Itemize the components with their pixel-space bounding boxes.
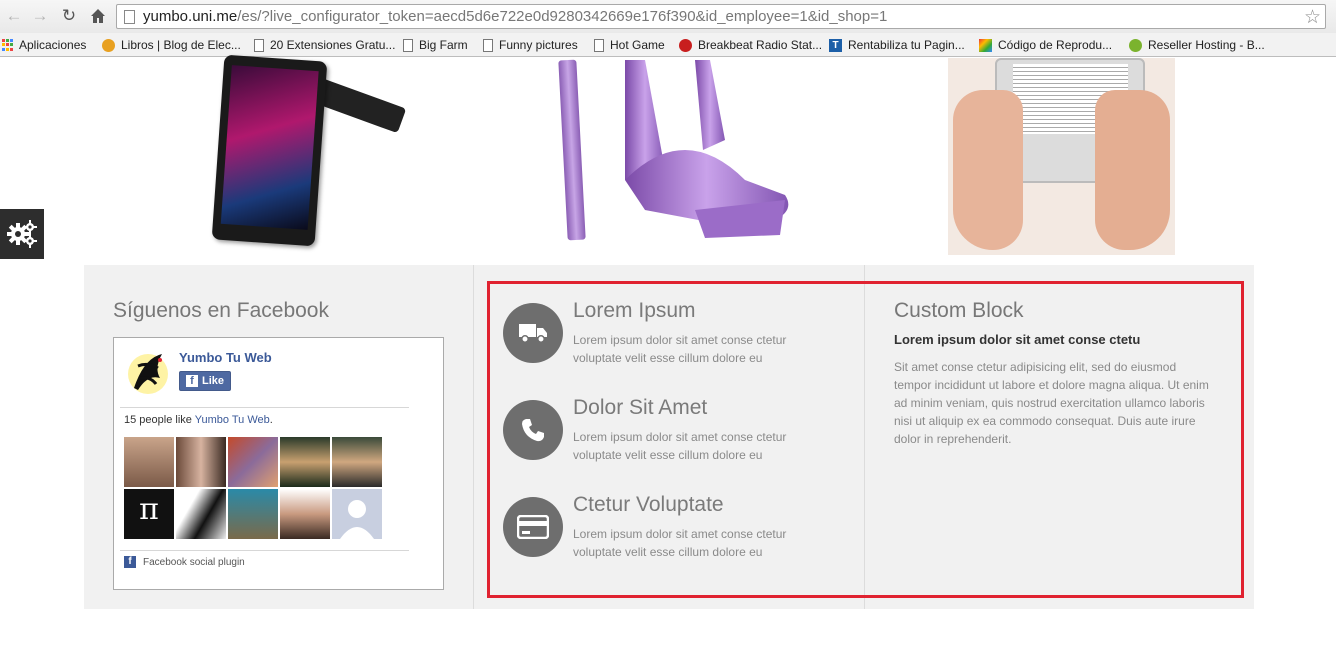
facebook-block-title: Síguenos en Facebook (113, 299, 329, 322)
facebook-social-plugin-label[interactable]: f Facebook social plugin (124, 556, 245, 568)
url-text[interactable]: yumbo.uni.me/es/?live_configurator_token… (143, 8, 887, 25)
purple-sandal-product-image[interactable] (585, 60, 795, 238)
shoe-heel-image (558, 59, 586, 241)
bookmark-breakbeat-radio[interactable]: Breakbeat Radio Stat... (679, 36, 822, 54)
fan-avatar[interactable] (280, 437, 330, 487)
shield-icon (102, 38, 115, 52)
configurator-toggle[interactable] (0, 209, 44, 259)
page-icon (483, 38, 493, 52)
address-bar[interactable]: yumbo.uni.me/es/?live_configurator_token… (116, 4, 1326, 29)
divider (120, 407, 409, 408)
radio-icon (679, 38, 692, 52)
bookmark-funny-pictures[interactable]: Funny pictures (483, 36, 578, 54)
right-hand-image (1095, 90, 1170, 250)
fan-avatar[interactable] (176, 489, 226, 539)
divider (120, 550, 409, 551)
fan-avatar[interactable] (228, 437, 278, 487)
apps-grid-icon (2, 38, 13, 52)
bookmark-star-icon[interactable]: ☆ (1304, 6, 1321, 29)
page-icon (124, 10, 135, 24)
highlight-annotation-box (487, 281, 1244, 598)
facebook-page-name[interactable]: Yumbo Tu Web (179, 350, 272, 365)
fans-faces-grid: π (124, 437, 382, 539)
facebook-f-icon: f (186, 375, 198, 387)
column-divider (473, 265, 474, 609)
like-count-text: 15 people like Yumbo Tu Web. (124, 414, 273, 426)
reload-icon[interactable]: ↻ (59, 6, 79, 26)
hosting-icon (1129, 38, 1142, 52)
t-logo-icon: T (829, 38, 842, 52)
gears-icon (7, 220, 37, 248)
bookmark-codigo-reproduccion[interactable]: Código de Reprodu... (979, 36, 1112, 54)
forward-arrow-icon[interactable]: → (30, 6, 50, 26)
left-hand-image (953, 90, 1023, 250)
bookmarks-bar: Aplicaciones Libros | Blog de Elec... 20… (0, 33, 1336, 57)
home-icon[interactable] (88, 6, 108, 26)
bookmark-reseller-hosting[interactable]: Reseller Hosting - B... (1129, 36, 1265, 54)
youtube-icon (979, 38, 992, 52)
fan-avatar[interactable] (332, 437, 382, 487)
bookmark-hot-game[interactable]: Hot Game (594, 36, 665, 54)
fan-avatar-default[interactable] (332, 489, 382, 539)
fan-avatar[interactable] (228, 489, 278, 539)
bookmark-libros[interactable]: Libros | Blog de Elec... (102, 36, 241, 54)
fan-avatar[interactable] (124, 437, 174, 487)
smartphone-product-image[interactable] (211, 54, 328, 247)
page-icon (594, 38, 604, 52)
fan-avatar[interactable] (280, 489, 330, 539)
page-icon (403, 38, 413, 52)
facebook-like-button[interactable]: f Like (179, 371, 232, 391)
bookmark-20-extensiones[interactable]: 20 Extensiones Gratu... (254, 36, 395, 54)
bookmark-aplicaciones[interactable]: Aplicaciones (2, 36, 86, 54)
page-icon (254, 38, 264, 52)
bookmark-rentabiliza[interactable]: T Rentabiliza tu Pagin... (829, 36, 965, 54)
bookmark-big-farm[interactable]: Big Farm (403, 36, 468, 54)
facebook-like-box: Yumbo Tu Web f Like 15 people like Yumbo … (113, 337, 444, 590)
fan-avatar-pi[interactable]: π (124, 489, 174, 539)
fan-avatar[interactable] (176, 437, 226, 487)
yumbo-logo[interactable] (124, 348, 172, 396)
browser-toolbar: ← → ↻ yumbo.uni.me/es/?live_configurator… (0, 0, 1336, 33)
like-count-page-link[interactable]: Yumbo Tu Web (195, 414, 270, 426)
back-arrow-icon[interactable]: ← (4, 6, 24, 26)
facebook-icon: f (124, 556, 136, 568)
